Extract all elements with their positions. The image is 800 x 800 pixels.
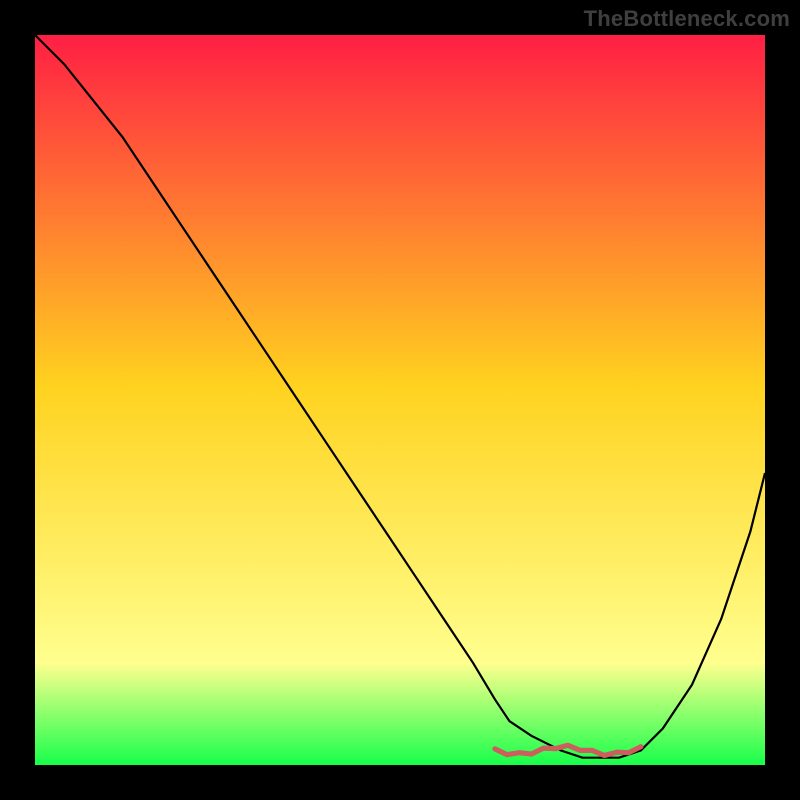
gradient-background [35, 35, 765, 765]
watermark-text: TheBottleneck.com [584, 6, 790, 32]
plot-area [35, 35, 765, 765]
chart-svg [35, 35, 765, 765]
chart-container: TheBottleneck.com [0, 0, 800, 800]
